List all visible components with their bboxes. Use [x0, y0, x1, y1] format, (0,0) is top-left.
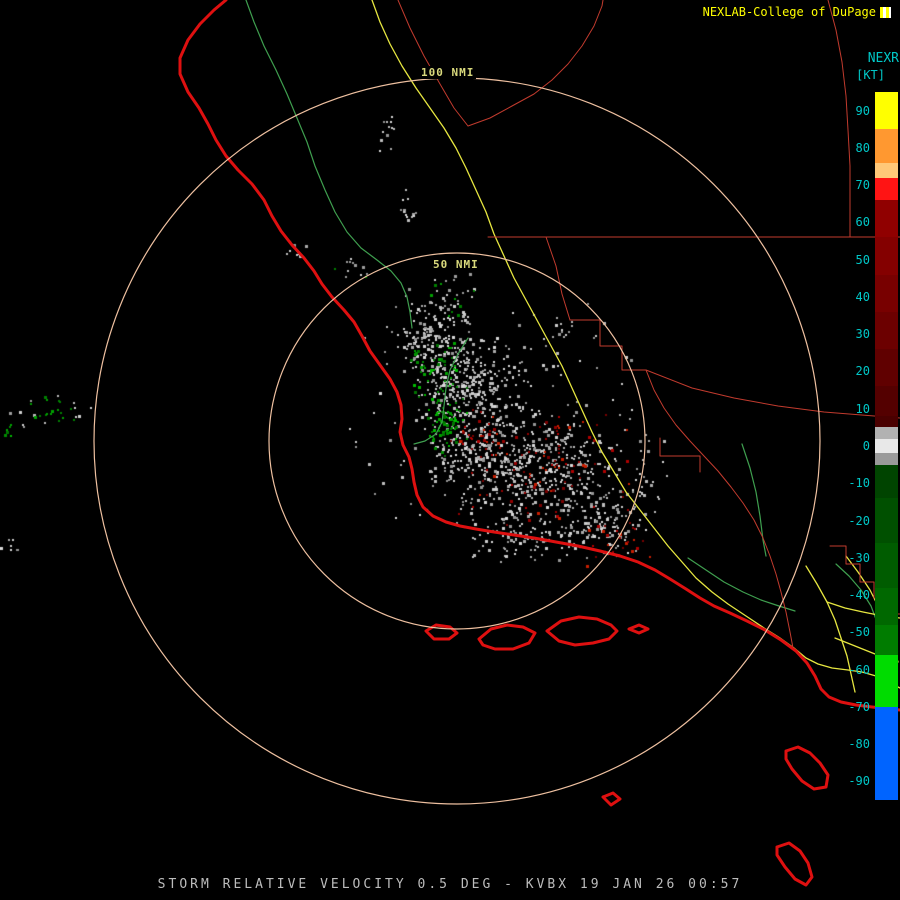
coastline — [627, 623, 650, 635]
colorbar-tick-label: -60 — [848, 662, 870, 677]
colorbar-tick-label: -30 — [848, 550, 870, 565]
colorbar-segment — [875, 386, 898, 417]
county-boundary — [569, 319, 647, 371]
colorbar-segment — [875, 453, 898, 465]
colorbar-segment — [875, 162, 898, 178]
range-ring-label-100nmi: 100 NMI — [419, 66, 477, 79]
coastline — [477, 623, 537, 651]
colorbar-tick-label: -70 — [848, 699, 870, 714]
colorbar-segment — [875, 587, 898, 625]
colorbar-tick-label: 60 — [855, 215, 870, 230]
map-overlay — [93, 0, 900, 887]
river — [741, 443, 767, 557]
colorbar-segment — [875, 274, 898, 312]
colorbar-segment — [875, 498, 898, 543]
product-caption: STORM RELATIVE VELOCITY 0.5 DEG - KVBX 1… — [157, 877, 743, 892]
colorbar-segment — [875, 438, 898, 454]
county-boundary — [467, 0, 604, 127]
colorbar-segment — [875, 237, 898, 275]
colorbar-tick-labels: 90 80 70 60 50 40 30 20 10 0 -10 -20 -30 -40 -50 -60 -70… — [812, 92, 870, 800]
colorbar-segment — [875, 349, 898, 387]
colorbar-segment — [875, 542, 898, 588]
colorbar-segment — [875, 654, 898, 707]
colorbar-tick-label: -40 — [848, 588, 870, 603]
coastline — [601, 791, 622, 807]
colorbar-tick-label: 80 — [855, 140, 870, 155]
colorbar-tick-label: 90 — [855, 103, 870, 118]
range-ring-label-50nmi: 50 NMI — [431, 258, 481, 271]
range-ring-100nmi — [93, 77, 821, 805]
colorbar-tick-label: 50 — [855, 252, 870, 267]
colorbar-segment — [875, 311, 898, 350]
site-title: NEXLAB-College of DuPage — [702, 5, 876, 19]
county-boundary — [659, 437, 701, 473]
coastline — [178, 0, 900, 712]
river — [413, 337, 469, 445]
product-code-label: NEXR — [867, 51, 899, 66]
county-boundary — [645, 369, 794, 649]
velocity-colorbar — [875, 92, 898, 800]
colorbar-tick-label: 70 — [855, 178, 870, 193]
colorbar-tick-label: 40 — [855, 289, 870, 304]
coastline — [545, 615, 619, 647]
colorbar-segment — [875, 416, 898, 428]
colorbar-segment — [875, 624, 898, 655]
colorbar-segment — [875, 129, 898, 163]
colorbar-tick-label: -10 — [848, 476, 870, 491]
colorbar-segment — [875, 92, 898, 130]
colorbar-tick-label: -90 — [848, 774, 870, 789]
colorbar-tick-label: 20 — [855, 364, 870, 379]
colorbar-segment — [875, 200, 898, 238]
colorbar-tick-label: 30 — [855, 327, 870, 342]
colorbar-tick-label: 10 — [855, 401, 870, 416]
river — [245, 0, 413, 329]
units-label: [KT] — [856, 68, 885, 82]
cod-logo-icon — [880, 6, 891, 18]
colorbar-segment — [875, 177, 898, 201]
county-boundary — [545, 236, 571, 321]
colorbar-segment — [875, 706, 898, 800]
colorbar-tick-label: -50 — [848, 625, 870, 640]
colorbar-tick-label: -20 — [848, 513, 870, 528]
radar-display: 100 NMI 50 NMI NEXLAB-College of DuPage … — [0, 0, 900, 900]
colorbar-segment — [875, 427, 898, 439]
county-boundary — [397, 0, 469, 127]
colorbar-tick-label: -80 — [848, 737, 870, 752]
colorbar-segment — [875, 464, 898, 499]
colorbar-tick-label: 0 — [862, 439, 870, 453]
range-ring-50nmi — [268, 252, 646, 630]
header: NEXLAB-College of DuPage — [703, 5, 891, 19]
